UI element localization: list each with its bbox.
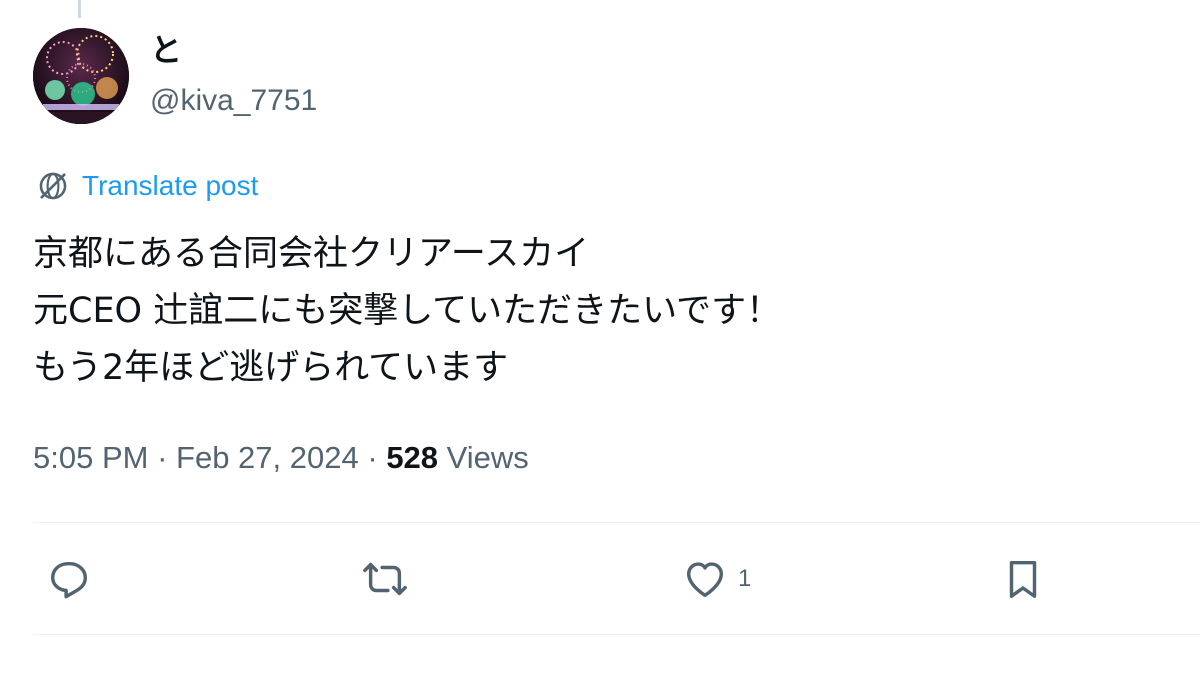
fireworks-avatar-icon [33, 28, 129, 124]
like-button[interactable]: 1 [682, 556, 751, 602]
post-metadata: 5:05 PM · Feb 27, 2024 · 528 Views [33, 438, 529, 478]
post-date[interactable]: Feb 27, 2024 [176, 440, 359, 475]
post-text-line: 元CEO 辻誼二にも突撃していただきたいです！ [33, 291, 782, 331]
bookmark-button[interactable] [1000, 556, 1046, 602]
translate-post-label: Translate post [82, 170, 259, 201]
post-text-line: もう2年ほど逃げられています [33, 348, 509, 388]
divider [33, 522, 1200, 523]
reply-button[interactable] [46, 556, 92, 602]
author-display-name[interactable]: と [150, 30, 182, 70]
views-label: Views [446, 440, 529, 475]
repost-icon [363, 562, 407, 596]
author-handle[interactable]: @kiva_7751 [150, 82, 317, 120]
views-count: 528 [386, 440, 439, 475]
like-count: 1 [738, 565, 752, 592]
globe-icon [39, 172, 67, 200]
bookmark-icon [1009, 560, 1037, 598]
avatar[interactable] [33, 28, 129, 124]
heart-icon [686, 562, 724, 598]
meta-separator: · [157, 440, 168, 475]
reply-icon [50, 561, 88, 599]
translate-post-button[interactable]: Translate post [36, 166, 258, 206]
thread-connector-line [78, 0, 81, 18]
meta-separator: · [367, 440, 378, 475]
repost-button[interactable] [362, 556, 408, 602]
post-text-line: 京都にある合同会社クリアースカイ [33, 234, 590, 274]
post-text: 京都にある合同会社クリアースカイ 元CEO 辻誼二にも突撃していただきたいです！… [33, 226, 1163, 397]
post-time[interactable]: 5:05 PM [33, 440, 148, 475]
post-detail: と @kiva_7751 Translate post 京都にある合同会社クリア… [0, 0, 1200, 675]
divider [33, 634, 1200, 635]
